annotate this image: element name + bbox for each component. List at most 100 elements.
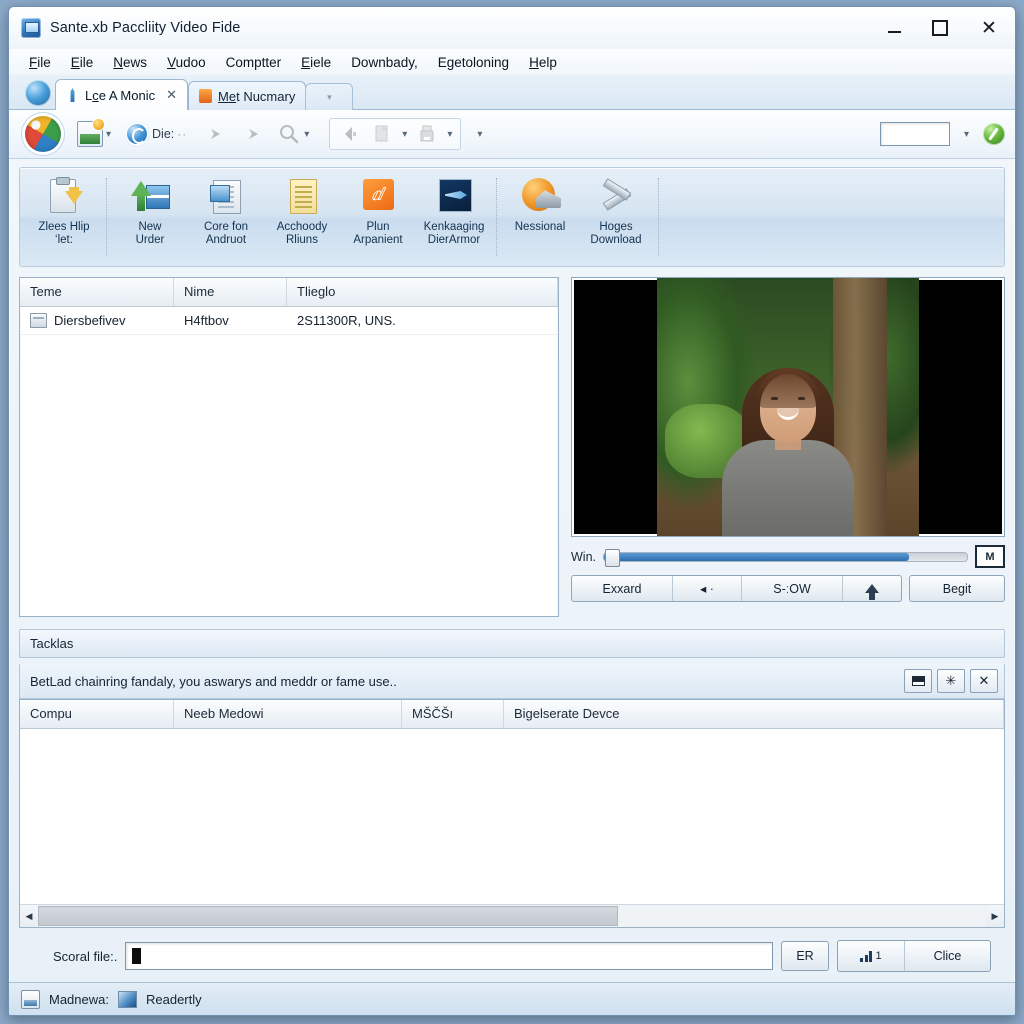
- menu-item-8[interactable]: Help: [519, 53, 567, 72]
- menu-post: y,: [408, 54, 418, 70]
- expand-button[interactable]: Exxard: [572, 576, 673, 601]
- begin-button[interactable]: Begit: [909, 575, 1005, 602]
- table-column-header-1[interactable]: Neeb Medowi: [174, 700, 402, 728]
- menu-item-4[interactable]: Comptter: [216, 53, 292, 72]
- menu-post: iele: [310, 54, 332, 70]
- scroll-right-arrow-icon[interactable]: ▶: [986, 905, 1004, 927]
- arrow-merge-right-button[interactable]: [197, 119, 229, 149]
- chevron-down-icon[interactable]: ▾: [402, 129, 407, 140]
- seek-row: Win. M: [571, 545, 1005, 568]
- ribbon-button-6[interactable]: Nessional: [502, 172, 578, 262]
- ribbon-button-label: Core fon Andruot: [204, 221, 248, 247]
- seek-slider[interactable]: [603, 548, 968, 567]
- tab-close-icon[interactable]: ✕: [166, 87, 177, 103]
- er-button[interactable]: ER: [781, 941, 829, 971]
- close-button[interactable]: ✕: [963, 7, 1015, 49]
- menu-pre: Downbad: [351, 54, 409, 70]
- scroll-left-arrow-icon[interactable]: ◀: [20, 905, 38, 927]
- menu-item-5[interactable]: Eiele: [291, 53, 341, 72]
- ribbon-button-3[interactable]: Acchoody Rliuns: [264, 172, 340, 262]
- tab-lce-a-monic[interactable]: Lce A Monic ✕: [55, 79, 189, 110]
- search-input[interactable]: [879, 122, 950, 146]
- table-column-header-3[interactable]: Bigelserate Devce: [504, 700, 1004, 728]
- notes-page-icon: [281, 177, 323, 217]
- minimize-button[interactable]: [871, 7, 917, 49]
- menu-bar: File Eile News Vudoo Comptter Eiele Down…: [9, 49, 1015, 75]
- monitor-button[interactable]: M: [975, 545, 1005, 568]
- image-status-icon: [21, 989, 40, 1009]
- snowflake-icon[interactable]: ✳: [937, 669, 965, 693]
- back-button[interactable]: ◂ ·: [673, 576, 742, 601]
- minimize-panel-icon[interactable]: [904, 669, 932, 693]
- list-cell-nime: H4ftbov: [184, 313, 229, 328]
- maximize-button[interactable]: [917, 7, 963, 49]
- clice-button[interactable]: Clice: [905, 941, 990, 971]
- back-arrow-icon[interactable]: [338, 122, 362, 146]
- ribbon-button-label: Plun Arpanient: [353, 221, 402, 247]
- list-column-header-1[interactable]: Nime: [174, 278, 287, 306]
- table-column-header-0[interactable]: Compu: [20, 700, 174, 728]
- item-icon: [30, 313, 47, 328]
- menu-item-2[interactable]: News: [103, 53, 157, 72]
- ribbon-button-label: Kenkaaging DierArmor: [424, 221, 485, 247]
- list-cell-name: Diersbefivev: [20, 313, 174, 328]
- video-preview[interactable]: [571, 277, 1005, 537]
- items-list-pane: Teme Nime Tlieglo Diersbefivev H4ftbov 2…: [19, 277, 559, 617]
- ribbon-label-line2: Arpanient: [353, 234, 403, 246]
- upload-button[interactable]: [843, 576, 901, 601]
- tab-met-nucmary[interactable]: Met Nucmary: [188, 81, 307, 110]
- magnifier-icon: [277, 122, 301, 146]
- menu-item-6[interactable]: Downbady,: [341, 53, 428, 72]
- bars-chart-button[interactable]: 1: [838, 941, 905, 971]
- copy-page-icon[interactable]: [370, 122, 394, 146]
- horizontal-scrollbar[interactable]: ◀ ▶: [20, 904, 1004, 927]
- ribbon-button-2[interactable]: Core fon Andruot: [188, 172, 264, 262]
- video-button-row: Exxard ◂ · S-ːOW Begit: [571, 575, 1005, 602]
- chevron-down-icon[interactable]: ▾: [447, 129, 452, 140]
- app-orb-button[interactable]: [25, 116, 61, 152]
- table-header-row: Compu Neeb Medowi MŠČŠı Bigelserate Devc…: [20, 700, 1004, 729]
- table-column-header-2[interactable]: MŠČŠı: [402, 700, 504, 728]
- scroll-track[interactable]: [38, 905, 986, 927]
- ribbon-button-5[interactable]: Kenkaaging DierArmor: [416, 172, 492, 262]
- photo-add-button[interactable]: ▾: [73, 118, 115, 150]
- list-column-header-0[interactable]: Teme: [20, 278, 174, 306]
- help-green-icon[interactable]: [983, 123, 1005, 145]
- menu-item-0[interactable]: File: [19, 53, 61, 72]
- ribbon-label-line1: Nessional: [514, 221, 566, 233]
- seek-thumb[interactable]: [605, 548, 620, 567]
- ribbon-label-line2: ‘let:: [55, 234, 73, 246]
- ribbon-button-0[interactable]: Zlees Hlip ‘let:: [26, 172, 102, 262]
- message-bar: BetLad chainring fandaly, you aswarys an…: [19, 664, 1005, 699]
- ribbon-label-line2: Andruot: [205, 234, 247, 246]
- new-upload-icon: [129, 177, 171, 217]
- menu-item-7[interactable]: Egetoloning: [428, 53, 519, 72]
- ribbon-button-7[interactable]: Hoges Download: [578, 172, 654, 262]
- close-panel-icon[interactable]: ✕: [970, 669, 998, 693]
- file-input[interactable]: [125, 942, 773, 970]
- table-row[interactable]: Diersbefivev H4ftbov 2S11300R, UNS.: [20, 307, 558, 335]
- menu-mnemonic: E: [301, 54, 311, 70]
- bars-chart-icon: [860, 950, 873, 962]
- ribbon-button-1[interactable]: New Urder: [112, 172, 188, 262]
- tab-overflow-button[interactable]: ▾: [305, 83, 354, 110]
- sync-button[interactable]: Die: ··: [121, 119, 191, 149]
- scroll-thumb[interactable]: [38, 906, 619, 926]
- video-frame-content: [657, 278, 919, 536]
- search-dropdown-chevron-icon[interactable]: ▾: [964, 129, 969, 140]
- ribbon-button-4[interactable]: ⅆ Plun Arpanient: [340, 172, 416, 262]
- text-cursor: [132, 948, 142, 964]
- time-display[interactable]: S-ːOW: [742, 576, 843, 601]
- ribbon-button-label: New Urder: [136, 221, 165, 247]
- person-subject: [715, 368, 861, 536]
- window-title: Sante.xb Paccliity Video Fide: [50, 20, 241, 36]
- toolbar-overflow-chevron-icon[interactable]: ▾: [477, 129, 482, 140]
- menu-mnemonic: F: [29, 54, 38, 70]
- archive-box-icon[interactable]: [415, 122, 439, 146]
- clice-button-group: 1 Clice: [837, 940, 991, 972]
- menu-item-3[interactable]: Vudoo: [157, 53, 216, 72]
- menu-item-1[interactable]: Eile: [61, 53, 104, 72]
- list-column-header-2[interactable]: Tlieglo: [287, 278, 558, 306]
- arrow-merge-down-button[interactable]: [235, 119, 267, 149]
- zoom-button[interactable]: ▾: [273, 119, 313, 149]
